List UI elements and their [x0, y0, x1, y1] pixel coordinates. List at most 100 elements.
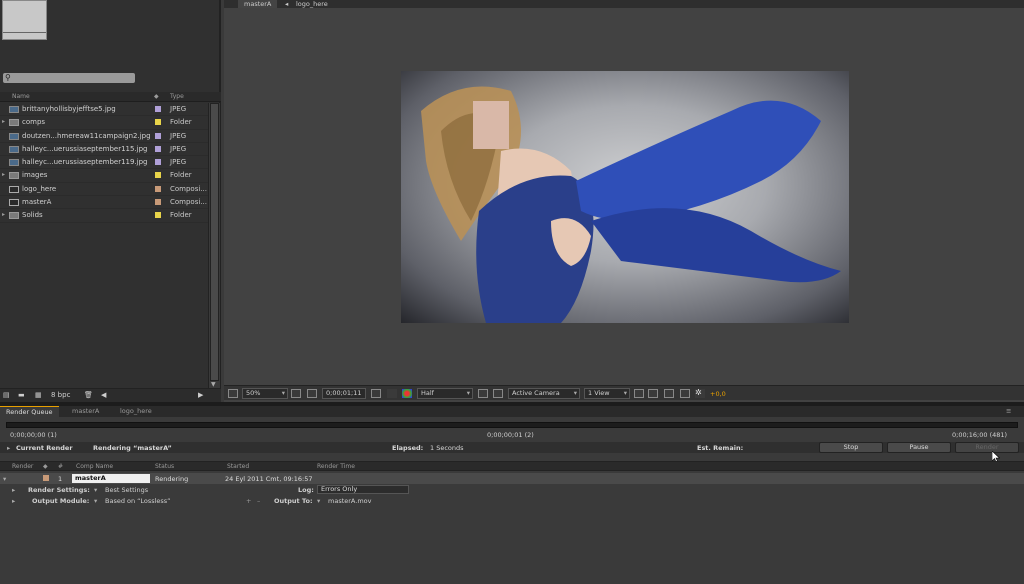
expand-folder-icon[interactable]: ▸	[2, 211, 5, 218]
safe-zones-icon[interactable]	[291, 389, 301, 398]
project-item-comp[interactable]: logo_here Composi...	[0, 183, 208, 197]
project-item-image[interactable]: halleyc...uerussiaseptember115.jpg JPEG	[0, 143, 208, 157]
bpc-button[interactable]: 8 bpc	[51, 391, 70, 401]
project-item-folder[interactable]: ▸ Solids Folder	[0, 209, 208, 223]
toggle-pixel-aspect-icon[interactable]	[634, 389, 644, 398]
column-name-header[interactable]: Name	[12, 93, 30, 100]
expand-render-settings-icon[interactable]: ▸	[12, 486, 15, 494]
tab-mastera[interactable]: masterA	[66, 406, 105, 417]
render-settings-label: Render Settings:	[28, 486, 90, 494]
project-item-comp[interactable]: masterA Composi...	[0, 196, 208, 210]
show-snapshot-icon[interactable]	[387, 389, 397, 398]
flowchart-icon[interactable]	[680, 389, 690, 398]
remove-output-module-icon[interactable]: –	[257, 497, 260, 505]
trash-icon[interactable]: 🗑	[84, 391, 93, 401]
exposure-reset-icon[interactable]: ✲	[695, 389, 705, 398]
project-item-folder[interactable]: ▸ images Folder	[0, 169, 208, 183]
item-comp-name[interactable]: masterA	[72, 474, 150, 483]
est-remain-label: Est. Remain:	[697, 444, 744, 452]
color-channels-icon[interactable]	[402, 389, 412, 398]
label-color-swatch[interactable]	[155, 199, 161, 206]
always-preview-icon[interactable]	[228, 389, 238, 398]
project-item-type: JPEG	[170, 144, 187, 153]
scroll-down-icon[interactable]: ▼	[211, 381, 216, 388]
composition-frame[interactable]	[401, 71, 849, 323]
column-number[interactable]: #	[58, 463, 63, 470]
label-color-swatch[interactable]	[155, 185, 161, 192]
label-column-icon[interactable]: ◆	[43, 463, 48, 470]
label-color-swatch[interactable]	[155, 132, 161, 139]
label-column-icon[interactable]: ◆	[154, 93, 159, 100]
project-item-image[interactable]: doutzen...hmereaw11campaign2.jpg JPEG	[0, 130, 208, 143]
output-to-label: Output To:	[274, 497, 313, 505]
add-output-module-icon[interactable]: +	[246, 497, 251, 505]
project-search-input[interactable]: ⚲	[3, 73, 135, 83]
render-queue-item[interactable]: ▾ 1 masterA Rendering 24 Eyl 2011 Cmt, 0…	[0, 473, 1024, 484]
output-to-dropdown-icon[interactable]: ▾	[317, 497, 320, 505]
log-dropdown[interactable]: Errors Only	[317, 485, 409, 494]
label-color-swatch[interactable]	[155, 106, 161, 112]
current-time-field[interactable]: 0;00;01;11	[322, 388, 366, 399]
pause-button[interactable]: Pause	[887, 442, 951, 453]
column-status[interactable]: Status	[155, 463, 174, 470]
project-item-type: JPEG	[170, 105, 187, 113]
label-color-swatch[interactable]	[155, 172, 161, 179]
exposure-value[interactable]: +0,0	[710, 390, 726, 398]
view-layout-dropdown[interactable]: 1 View	[584, 388, 630, 399]
panel-menu-icon[interactable]: ≡	[1000, 406, 1017, 417]
snapshot-icon[interactable]	[371, 389, 381, 398]
item-label-color[interactable]	[43, 475, 49, 481]
timeline-icon[interactable]	[664, 389, 674, 398]
mask-visibility-icon[interactable]	[307, 389, 317, 398]
new-folder-icon[interactable]: ▬	[18, 391, 25, 401]
composition-icon	[9, 199, 19, 207]
viewer-tab-mastera[interactable]: masterA	[238, 0, 278, 8]
label-color-swatch[interactable]	[155, 159, 161, 166]
fast-previews-icon[interactable]	[648, 389, 658, 398]
project-scrollbar[interactable]: ▼	[208, 103, 220, 389]
project-item-type: JPEG	[170, 131, 187, 140]
project-item-image[interactable]: brittanyhollisbyjefftse5.jpg JPEG	[0, 103, 208, 117]
expand-folder-icon[interactable]: ▸	[2, 118, 5, 125]
output-module-value[interactable]: Based on “Lossless”	[105, 497, 171, 505]
scroll-left-icon[interactable]: ◀	[101, 391, 106, 401]
label-color-swatch[interactable]	[155, 212, 161, 219]
expand-item-icon[interactable]: ▾	[3, 475, 6, 483]
stop-button[interactable]: Stop	[819, 442, 883, 453]
render-settings-dropdown-icon[interactable]: ▾	[94, 486, 97, 494]
project-thumbnail	[2, 0, 47, 40]
viewer-tab-logo-here[interactable]: logo_here	[290, 0, 334, 8]
search-icon: ⚲	[5, 73, 11, 82]
new-comp-icon[interactable]: ▦	[35, 391, 42, 401]
expand-arrow-icon[interactable]: ▸	[7, 444, 10, 452]
scroll-right-icon[interactable]: ▶	[198, 391, 203, 401]
tab-render-queue[interactable]: Render Queue	[0, 406, 59, 417]
interpret-footage-icon[interactable]: ▤	[3, 391, 10, 401]
column-render-time[interactable]: Render Time	[317, 463, 355, 470]
transparency-grid-icon[interactable]	[493, 389, 503, 398]
column-comp-name[interactable]: Comp Name	[76, 463, 113, 470]
region-of-interest-icon[interactable]	[478, 389, 488, 398]
project-item-folder[interactable]: ▸ comps Folder	[0, 116, 208, 130]
output-module-dropdown-icon[interactable]: ▾	[94, 497, 97, 505]
expand-output-module-icon[interactable]: ▸	[12, 497, 15, 505]
render-end-time: 0;00;16;00 (481)	[952, 431, 1008, 439]
render-progress-bar	[6, 422, 1018, 428]
label-color-swatch[interactable]	[155, 145, 161, 152]
camera-dropdown[interactable]: Active Camera	[508, 388, 580, 399]
render-settings-value[interactable]: Best Settings	[105, 486, 148, 494]
render-queue-column-header: Render ◆ # Comp Name Status Started Rend…	[0, 461, 1024, 471]
column-render[interactable]: Render	[12, 463, 33, 470]
expand-folder-icon[interactable]: ▸	[2, 171, 5, 178]
column-type-header[interactable]: Type	[170, 93, 184, 100]
tab-logo-here[interactable]: logo_here	[114, 406, 158, 417]
project-item-name: doutzen...hmereaw11campaign2.jpg	[22, 131, 151, 140]
item-number: 1	[58, 475, 63, 483]
render-button[interactable]: Render	[955, 442, 1019, 453]
resolution-dropdown[interactable]: Half	[417, 388, 473, 399]
output-to-value[interactable]: masterA.mov	[328, 497, 371, 505]
label-color-swatch[interactable]	[155, 119, 161, 126]
zoom-dropdown[interactable]: 50%	[242, 388, 288, 399]
column-started[interactable]: Started	[227, 463, 249, 470]
project-item-image[interactable]: halleyc...uerussiaseptember119.jpg JPEG	[0, 156, 208, 170]
